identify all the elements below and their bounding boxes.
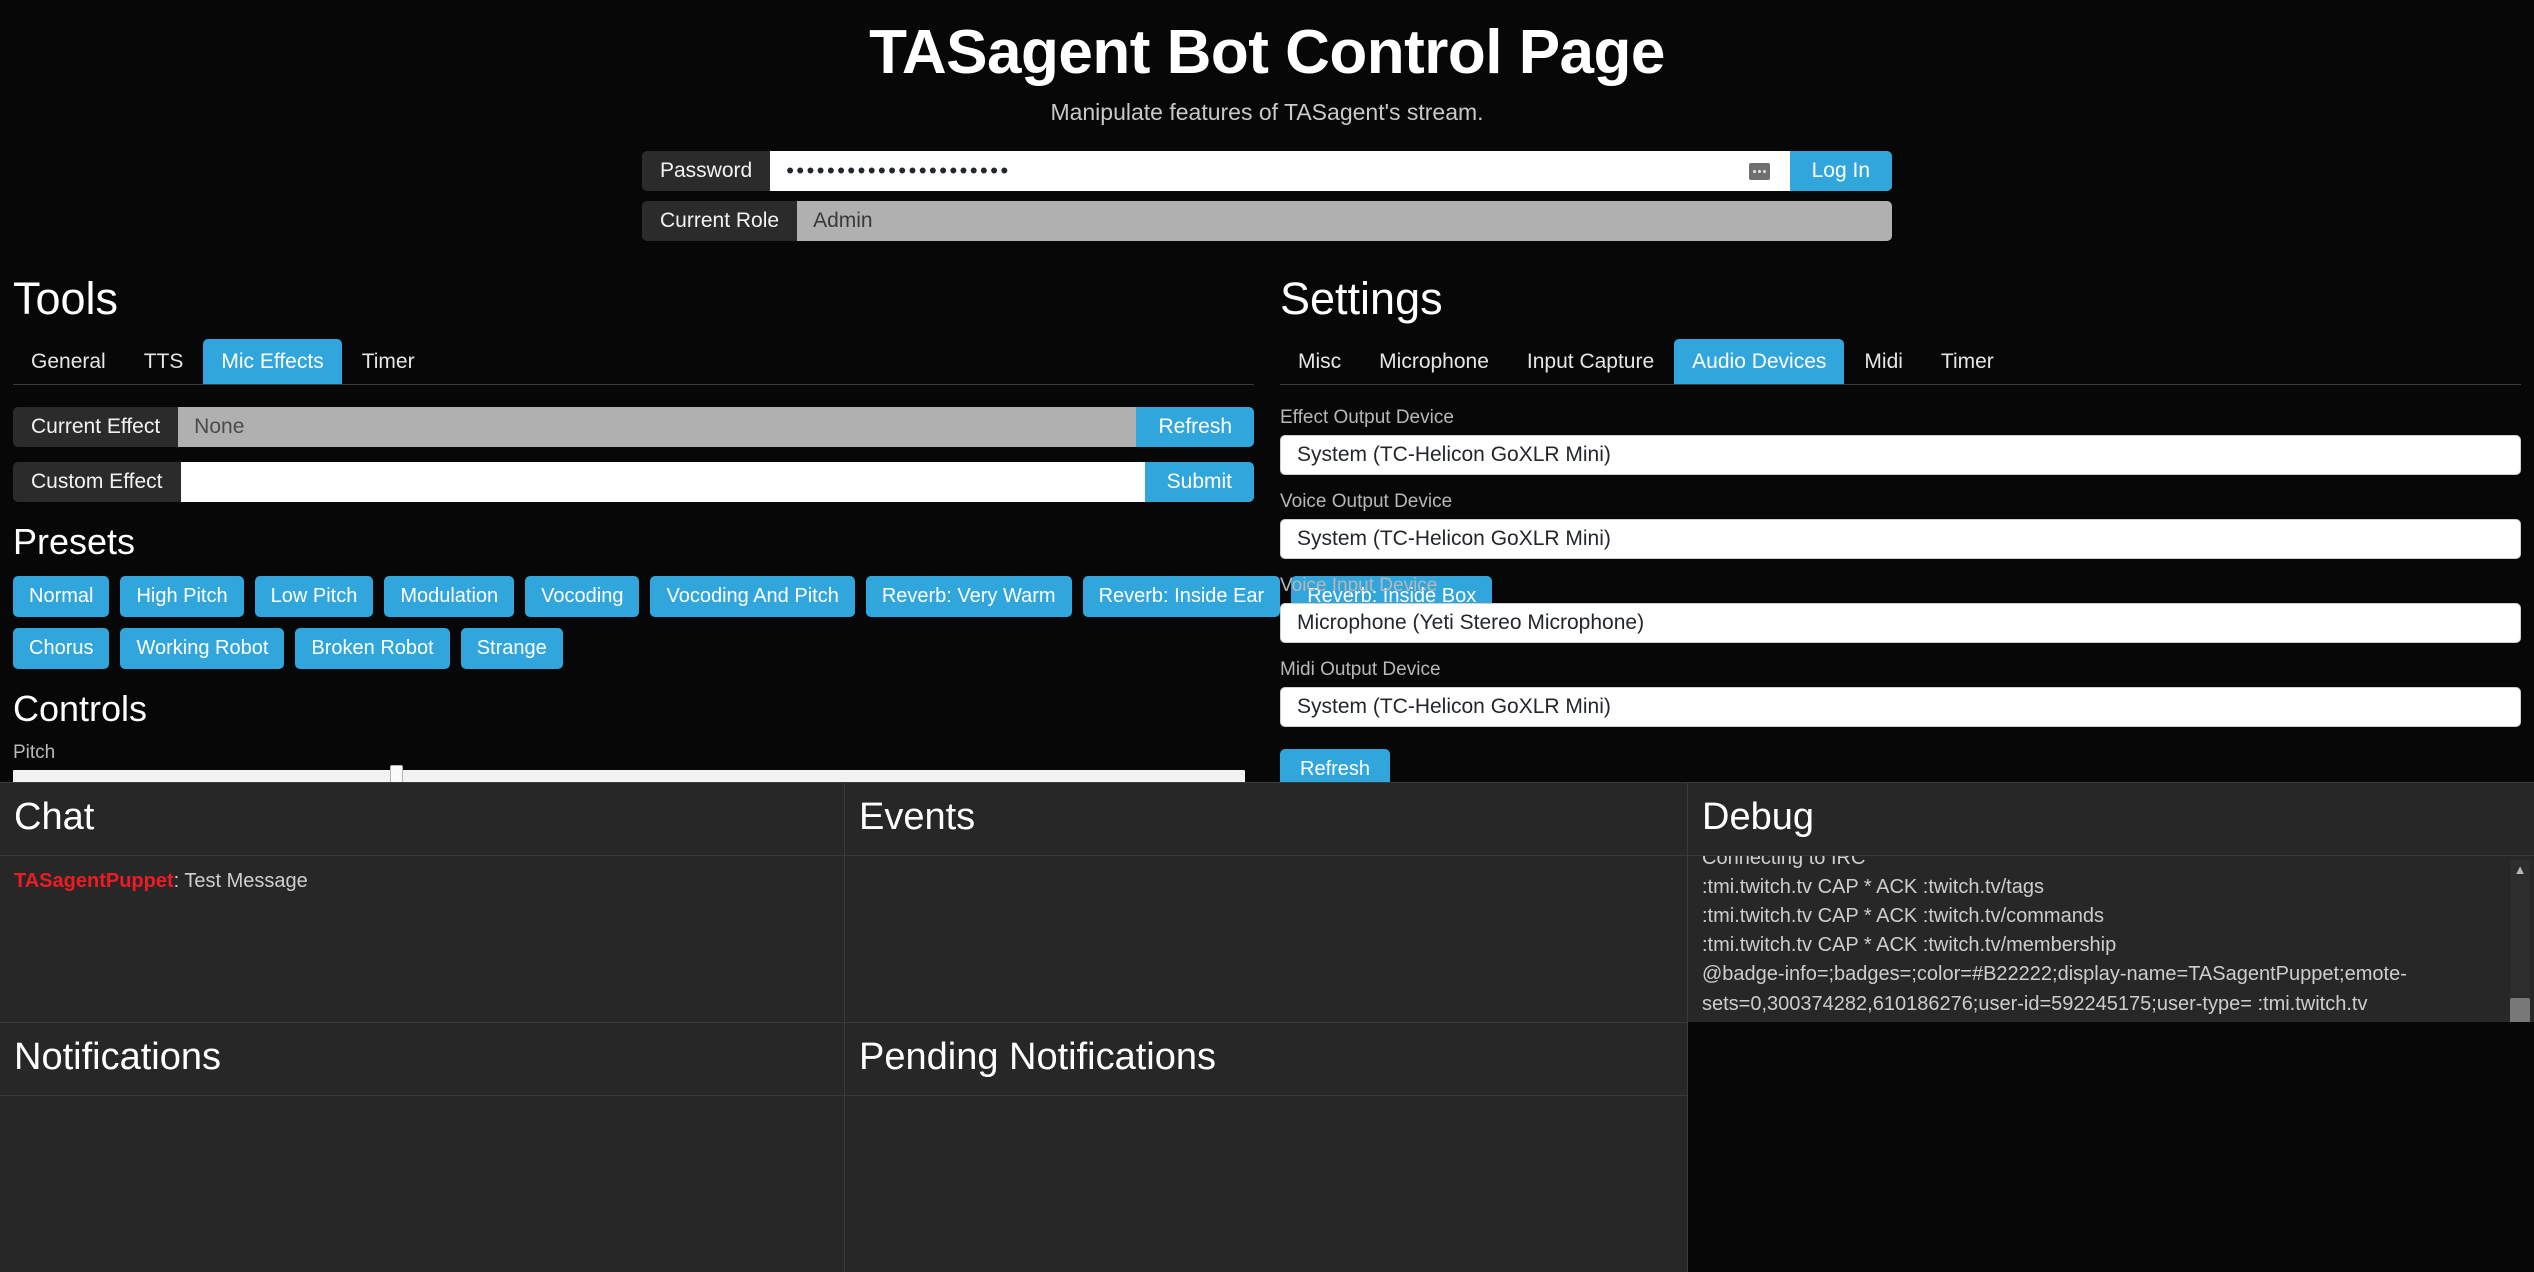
preset-reverb-very-warm[interactable]: Reverb: Very Warm <box>866 576 1072 617</box>
controls-title: Controls <box>13 687 1254 730</box>
tab-mic-effects[interactable]: Mic Effects <box>203 339 341 384</box>
tab-settings-timer[interactable]: Timer <box>1923 339 2012 384</box>
chevron-up-icon[interactable]: ▲ <box>2510 860 2530 880</box>
password-input[interactable]: •••••••••••••••••••••• <box>770 151 1789 191</box>
chat-message-user: TASagentPuppet <box>14 870 174 892</box>
pending-notifications-title: Pending Notifications <box>845 1023 1687 1096</box>
tab-midi[interactable]: Midi <box>1846 339 1921 384</box>
notifications-title: Notifications <box>0 1023 844 1096</box>
current-role-label: Current Role <box>642 201 797 241</box>
chat-message: TASagentPuppet: Test Message <box>14 866 830 896</box>
preset-vocoding-and-pitch[interactable]: Vocoding And Pitch <box>650 576 854 617</box>
preset-working-robot[interactable]: Working Robot <box>120 628 284 669</box>
tab-tts[interactable]: TTS <box>126 339 202 384</box>
custom-effect-input[interactable] <box>181 462 1145 502</box>
bottom-right-filler <box>1688 1022 2534 1272</box>
chat-panel: Chat TASagentPuppet: Test Message <box>0 782 845 1022</box>
bottom-panels: Chat TASagentPuppet: Test Message Events… <box>0 782 2534 1272</box>
current-effect-label: Current Effect <box>13 407 178 447</box>
settings-tabs: Misc Microphone Input Capture Audio Devi… <box>1280 339 2521 385</box>
preset-low-pitch[interactable]: Low Pitch <box>255 576 374 617</box>
bottom-row-2: Notifications Pending Notifications <box>0 1022 2534 1272</box>
main-columns: Tools General TTS Mic Effects Timer Curr… <box>0 273 2534 790</box>
current-effect-refresh-button[interactable]: Refresh <box>1136 407 1254 447</box>
audio-devices-panel: Effect Output Device System (TC-Helicon … <box>1280 385 2521 790</box>
current-role-row: Current Role Admin <box>642 201 1892 241</box>
pitch-label: Pitch <box>13 742 1254 764</box>
presets-row-1: Normal High Pitch Low Pitch Modulation V… <box>13 576 1254 617</box>
password-label: Password <box>642 151 770 191</box>
voice-input-device-select[interactable]: Microphone (Yeti Stereo Microphone) <box>1280 603 2521 643</box>
password-row: Password •••••••••••••••••••••• Log In <box>642 151 1892 191</box>
effect-output-device-select[interactable]: System (TC-Helicon GoXLR Mini) <box>1280 435 2521 475</box>
page-header: TASagent Bot Control Page Manipulate fea… <box>0 0 2534 241</box>
preset-modulation[interactable]: Modulation <box>384 576 514 617</box>
voice-input-device-label: Voice Input Device <box>1280 575 2521 597</box>
password-reveal-icon[interactable] <box>1749 163 1770 180</box>
debug-line: :tmi.twitch.tv CAP * ACK :twitch.tv/tags <box>1702 873 2504 902</box>
custom-effect-row: Custom Effect Submit <box>13 462 1254 502</box>
preset-chorus[interactable]: Chorus <box>13 628 109 669</box>
tools-column: Tools General TTS Mic Effects Timer Curr… <box>0 273 1267 790</box>
preset-reverb-inside-ear[interactable]: Reverb: Inside Ear <box>1083 576 1281 617</box>
debug-title: Debug <box>1688 783 2534 856</box>
page-title: TASagent Bot Control Page <box>0 18 2534 87</box>
tab-input-capture[interactable]: Input Capture <box>1509 339 1672 384</box>
events-messages <box>845 856 1687 876</box>
midi-output-device-label: Midi Output Device <box>1280 659 2521 681</box>
midi-output-device-select[interactable]: System (TC-Helicon GoXLR Mini) <box>1280 687 2521 727</box>
custom-effect-submit-button[interactable]: Submit <box>1145 462 1254 502</box>
current-role-value: Admin <box>797 201 1892 241</box>
tab-misc[interactable]: Misc <box>1280 339 1359 384</box>
preset-strange[interactable]: Strange <box>461 628 563 669</box>
page-subtitle: Manipulate features of TASagent's stream… <box>0 99 2534 126</box>
tab-microphone[interactable]: Microphone <box>1361 339 1507 384</box>
presets-container: Normal High Pitch Low Pitch Modulation V… <box>13 576 1254 669</box>
events-title: Events <box>845 783 1687 856</box>
tools-tabs: General TTS Mic Effects Timer <box>13 339 1254 385</box>
debug-line: Connecting to IRC <box>1702 856 2504 873</box>
tools-title: Tools <box>13 273 1254 325</box>
current-effect-value: None <box>178 407 1136 447</box>
debug-line: :tmi.twitch.tv CAP * ACK :twitch.tv/memb… <box>1702 931 2504 960</box>
voice-output-device-select[interactable]: System (TC-Helicon GoXLR Mini) <box>1280 519 2521 559</box>
settings-column: Settings Misc Microphone Input Capture A… <box>1267 273 2534 790</box>
tab-general[interactable]: General <box>13 339 124 384</box>
bottom-row-1: Chat TASagentPuppet: Test Message Events… <box>0 782 2534 1022</box>
events-panel: Events <box>845 782 1688 1022</box>
debug-panel: Debug Connecting to IRC :tmi.twitch.tv C… <box>1688 782 2534 1022</box>
login-form: Password •••••••••••••••••••••• Log In C… <box>0 151 2534 241</box>
settings-title: Settings <box>1280 273 2521 325</box>
preset-normal[interactable]: Normal <box>13 576 109 617</box>
preset-high-pitch[interactable]: High Pitch <box>120 576 243 617</box>
pending-notifications-panel: Pending Notifications <box>845 1022 1688 1272</box>
mic-effects-panel: Current Effect None Refresh Custom Effec… <box>13 385 1254 785</box>
tab-audio-devices[interactable]: Audio Devices <box>1674 339 1844 384</box>
presets-title: Presets <box>13 520 1254 563</box>
presets-row-2: Chorus Working Robot Broken Robot Strang… <box>13 628 1254 669</box>
chat-message-text: Test Message <box>184 870 307 892</box>
chat-message-separator: : <box>174 870 185 892</box>
log-in-button[interactable]: Log In <box>1790 151 1892 191</box>
current-effect-row: Current Effect None Refresh <box>13 407 1254 447</box>
tab-timer[interactable]: Timer <box>344 339 433 384</box>
debug-line: :tmi.twitch.tv CAP * ACK :twitch.tv/comm… <box>1702 902 2504 931</box>
preset-broken-robot[interactable]: Broken Robot <box>295 628 449 669</box>
notifications-panel: Notifications <box>0 1022 845 1272</box>
password-value: •••••••••••••••••••••• <box>786 158 1010 184</box>
notifications-list <box>0 1096 844 1116</box>
preset-vocoding[interactable]: Vocoding <box>525 576 639 617</box>
voice-output-device-label: Voice Output Device <box>1280 491 2521 513</box>
chat-messages: TASagentPuppet: Test Message <box>0 856 844 906</box>
chat-title: Chat <box>0 783 844 856</box>
effect-output-device-label: Effect Output Device <box>1280 407 2521 429</box>
pending-notifications-list <box>845 1096 1687 1116</box>
custom-effect-label: Custom Effect <box>13 462 181 502</box>
